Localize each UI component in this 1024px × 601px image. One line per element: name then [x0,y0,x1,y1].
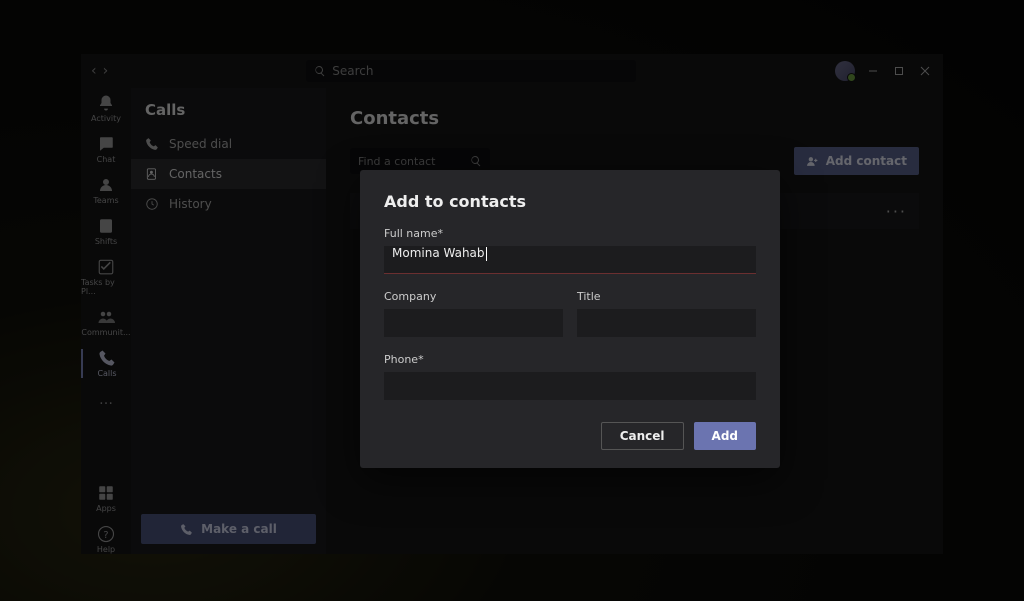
phone-label: Phone* [384,353,756,366]
full-name-label: Full name* [384,227,756,240]
add-to-contacts-dialog: Add to contacts Full name* Momina Wahab … [360,170,780,468]
dialog-actions: Cancel Add [384,422,756,450]
add-button[interactable]: Add [694,422,756,450]
company-label: Company [384,290,563,303]
full-name-input[interactable]: Momina Wahab [384,246,756,274]
text-cursor [486,247,487,261]
company-input[interactable] [384,309,563,337]
phone-input[interactable] [384,372,756,400]
title-label: Title [577,290,756,303]
title-input[interactable] [577,309,756,337]
full-name-value: Momina Wahab [392,246,485,260]
cancel-button[interactable]: Cancel [601,422,684,450]
dialog-title: Add to contacts [384,192,756,211]
